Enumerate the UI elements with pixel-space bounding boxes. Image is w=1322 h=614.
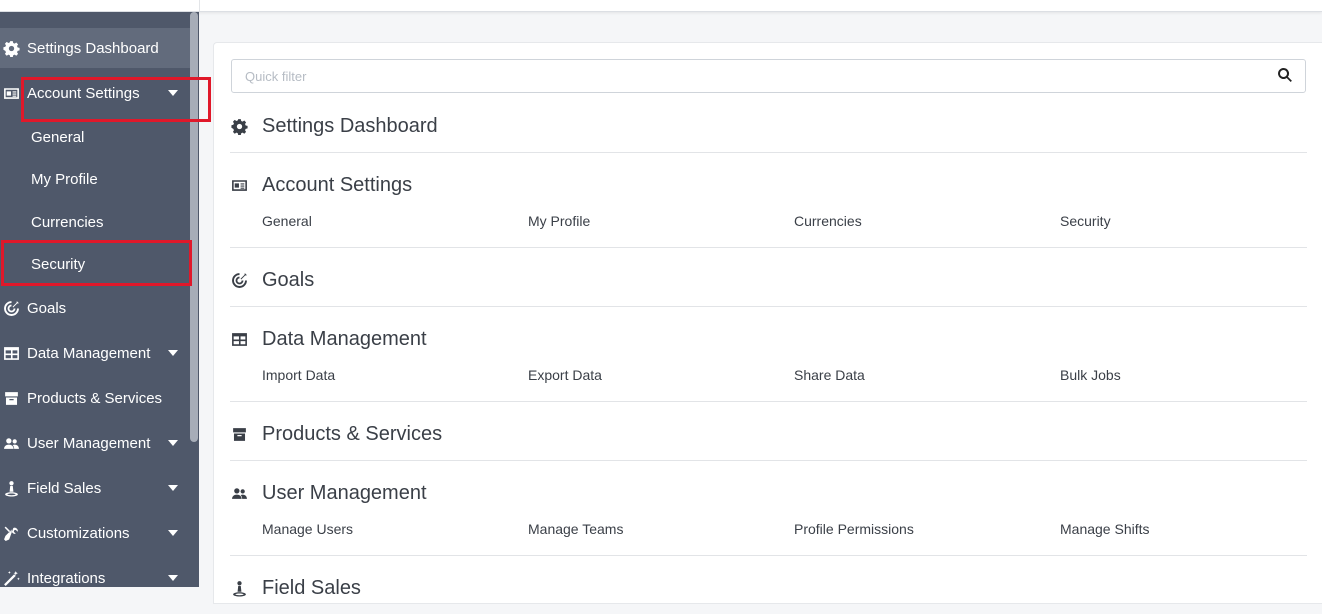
link-currencies[interactable]: Currencies bbox=[794, 213, 862, 229]
users-icon bbox=[1, 433, 21, 453]
section-products-services: Products & Services bbox=[230, 419, 1307, 461]
section-title[interactable]: Goals bbox=[230, 265, 314, 295]
chevron-down-icon bbox=[168, 575, 178, 581]
id-card-icon bbox=[1, 83, 21, 103]
quick-filter bbox=[231, 59, 1306, 93]
link-share-data[interactable]: Share Data bbox=[794, 367, 865, 383]
sidebar-item-label: Data Management bbox=[27, 344, 151, 362]
section-title[interactable]: Data Management bbox=[230, 324, 427, 354]
quick-filter-input[interactable] bbox=[243, 60, 1277, 92]
target-icon bbox=[230, 271, 248, 289]
person-pin-icon bbox=[1, 478, 21, 498]
section-title-label: Settings Dashboard bbox=[262, 114, 438, 137]
link-manage-teams[interactable]: Manage Teams bbox=[528, 521, 623, 537]
sidebar-item-integrations[interactable]: Integrations bbox=[0, 558, 190, 587]
settings-panel: Settings Dashboard Account Settings Gene… bbox=[213, 42, 1322, 604]
section-title-label: Products & Services bbox=[262, 422, 443, 445]
link-profile-permissions[interactable]: Profile Permissions bbox=[794, 521, 914, 537]
section-data-management: Data Management Import Data Export Data … bbox=[230, 324, 1307, 402]
sidebar-item-account-settings[interactable]: Account Settings bbox=[0, 73, 190, 113]
section-account-settings: Account Settings General My Profile Curr… bbox=[230, 170, 1307, 248]
sidebar-item-label: Customizations bbox=[27, 524, 130, 542]
sidebar-item-label: Settings Dashboard bbox=[27, 39, 159, 57]
section-goals: Goals bbox=[230, 265, 1307, 307]
magic-wand-icon bbox=[1, 568, 21, 587]
section-settings-dashboard: Settings Dashboard bbox=[230, 111, 1307, 153]
link-bulk-jobs[interactable]: Bulk Jobs bbox=[1060, 367, 1121, 383]
table-icon bbox=[1, 343, 21, 363]
section-field-sales: Field Sales bbox=[230, 573, 1307, 614]
sidebar-item-label: Products & Services bbox=[27, 389, 163, 407]
id-card-icon bbox=[230, 176, 248, 194]
person-pin-icon bbox=[230, 579, 248, 597]
sidebar-item-label: Goals bbox=[27, 299, 67, 317]
chevron-down-icon bbox=[168, 485, 178, 491]
section-user-management: User Management Manage Users Manage Team… bbox=[230, 478, 1307, 556]
section-title[interactable]: Field Sales bbox=[230, 573, 361, 603]
link-security[interactable]: Security bbox=[1060, 213, 1111, 229]
sidebar-scrollbar[interactable] bbox=[190, 12, 198, 442]
sidebar-item-goals[interactable]: Goals bbox=[0, 288, 190, 328]
target-icon bbox=[1, 298, 21, 318]
tools-icon bbox=[1, 523, 21, 543]
section-title[interactable]: Settings Dashboard bbox=[230, 111, 438, 141]
link-import-data[interactable]: Import Data bbox=[262, 367, 335, 383]
search-icon[interactable] bbox=[1277, 67, 1295, 85]
box-icon bbox=[230, 425, 248, 443]
sidebar-subitem-currencies[interactable]: Currencies bbox=[0, 202, 190, 242]
users-icon bbox=[230, 484, 248, 502]
section-title-label: Account Settings bbox=[262, 173, 413, 196]
chevron-down-icon bbox=[168, 350, 178, 356]
link-my-profile[interactable]: My Profile bbox=[528, 213, 590, 229]
gear-icon bbox=[230, 117, 248, 135]
sidebar-item-label: User Management bbox=[27, 434, 151, 452]
sidebar-item-label: Integrations bbox=[27, 569, 106, 587]
section-title[interactable]: User Management bbox=[230, 478, 427, 508]
section-title-label: Goals bbox=[262, 268, 315, 291]
chevron-down-icon bbox=[168, 530, 178, 536]
section-title[interactable]: Account Settings bbox=[230, 170, 412, 200]
chevron-down-icon bbox=[168, 440, 178, 446]
sidebar-item-settings-dashboard[interactable]: Settings Dashboard bbox=[0, 28, 190, 68]
sidebar: Settings Dashboard Account Settings Gene… bbox=[0, 12, 199, 587]
link-manage-users[interactable]: Manage Users bbox=[262, 521, 353, 537]
section-title[interactable]: Products & Services bbox=[230, 419, 442, 449]
section-title-label: Data Management bbox=[262, 327, 427, 350]
section-title-label: Field Sales bbox=[262, 576, 361, 599]
link-manage-shifts[interactable]: Manage Shifts bbox=[1060, 521, 1150, 537]
section-title-label: User Management bbox=[262, 481, 427, 504]
box-icon bbox=[1, 388, 21, 408]
chevron-down-icon bbox=[168, 90, 178, 96]
sidebar-item-user-management[interactable]: User Management bbox=[0, 423, 190, 463]
sidebar-item-data-management[interactable]: Data Management bbox=[0, 333, 190, 373]
table-icon bbox=[230, 330, 248, 348]
top-bar-logo-area bbox=[0, 0, 200, 11]
sidebar-item-customizations[interactable]: Customizations bbox=[0, 513, 190, 553]
sidebar-subitem-my-profile[interactable]: My Profile bbox=[0, 159, 190, 199]
sidebar-item-label: Account Settings bbox=[27, 84, 140, 102]
link-export-data[interactable]: Export Data bbox=[528, 367, 602, 383]
sidebar-item-products-services[interactable]: Products & Services bbox=[0, 378, 190, 418]
sidebar-item-label: Field Sales bbox=[27, 479, 102, 497]
top-bar bbox=[0, 0, 1322, 12]
link-general[interactable]: General bbox=[262, 213, 312, 229]
gear-icon bbox=[1, 38, 21, 58]
sidebar-subitem-security[interactable]: Security bbox=[0, 244, 190, 284]
sidebar-item-field-sales[interactable]: Field Sales bbox=[0, 468, 190, 508]
sidebar-subitem-general[interactable]: General bbox=[0, 117, 190, 157]
